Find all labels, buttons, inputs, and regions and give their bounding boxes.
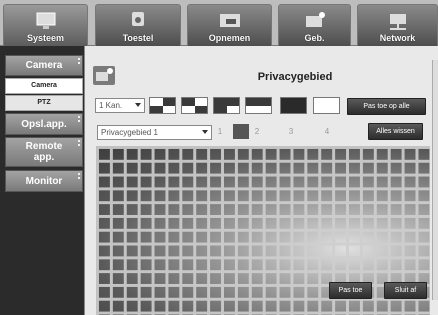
layout-button-5[interactable] <box>280 97 307 114</box>
sidebar: Camera Camera PTZ Opsl.app. Remote app. … <box>0 46 84 315</box>
sidebar-item-opsl[interactable]: Opsl.app. <box>5 113 83 135</box>
area-number-selected[interactable] <box>233 124 249 139</box>
tab-opnemen[interactable]: Opnemen <box>187 4 272 46</box>
camera-device-icon <box>132 12 144 26</box>
layout-button-1[interactable] <box>149 97 176 114</box>
privacy-area-select[interactable]: Privacygebied 1 <box>97 125 212 140</box>
expand-dots-icon <box>78 173 80 179</box>
sidebar-subitem-ptz[interactable]: PTZ <box>5 95 83 111</box>
expand-dots-icon <box>78 116 80 122</box>
tab-geb[interactable]: Geb. <box>278 4 351 46</box>
privacy-grid[interactable] <box>96 146 430 315</box>
close-button[interactable]: Sluit af <box>384 282 427 299</box>
camera-settings-icon <box>93 66 115 85</box>
sidebar-item-camera[interactable]: Camera <box>5 55 83 76</box>
layout-button-6[interactable] <box>313 97 340 114</box>
chevron-down-icon <box>135 103 141 107</box>
main-panel: Privacygebied 1 Kan. Pas toe op alle Pri… <box>84 46 438 315</box>
network-icon <box>389 14 406 30</box>
clear-all-button[interactable]: Alles wissen <box>368 123 423 140</box>
area-number-1[interactable]: 1 <box>212 124 228 139</box>
page-title: Privacygebied <box>257 71 333 83</box>
sidebar-subitem-camera[interactable]: Camera <box>5 78 83 94</box>
tab-systeem[interactable]: Systeem <box>3 4 88 46</box>
tab-network[interactable]: Network <box>357 4 438 46</box>
top-tab-bar: Systeem Toestel Opnemen Geb. Network <box>0 0 438 46</box>
channel-select[interactable]: 1 Kan. <box>95 98 145 113</box>
layout-button-2[interactable] <box>181 97 208 114</box>
monitor-icon <box>36 12 55 29</box>
tab-toestel[interactable]: Toestel <box>95 4 181 46</box>
sidebar-item-remote[interactable]: Remote app. <box>5 137 83 167</box>
expand-dots-icon <box>78 58 80 64</box>
area-number-2[interactable]: 2 <box>249 124 265 139</box>
event-icon <box>305 12 325 27</box>
layout-button-4[interactable] <box>245 97 272 114</box>
grid-cells[interactable] <box>96 146 430 315</box>
area-number-3[interactable]: 3 <box>283 124 299 139</box>
scrollbar[interactable] <box>432 60 438 300</box>
expand-dots-icon <box>78 140 80 146</box>
apply-button[interactable]: Pas toe <box>329 282 372 299</box>
area-number-4[interactable]: 4 <box>319 124 335 139</box>
rec-icon <box>219 14 240 27</box>
sidebar-item-monitor[interactable]: Monitor <box>5 170 83 192</box>
layout-button-3[interactable] <box>213 97 240 114</box>
apply-all-button[interactable]: Pas toe op alle <box>347 98 426 115</box>
chevron-down-icon <box>202 130 208 134</box>
